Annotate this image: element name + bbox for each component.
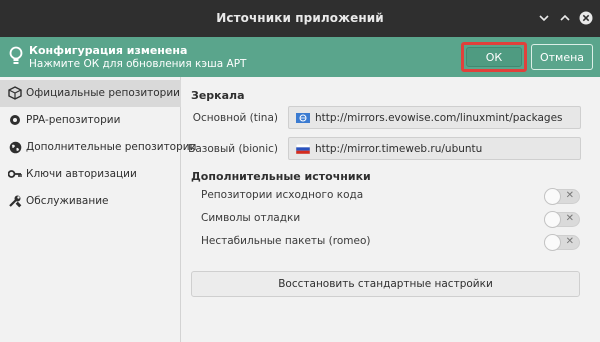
- key-icon: [8, 167, 22, 181]
- base-mirror-selector[interactable]: http://mirror.timeweb.ru/ubuntu: [288, 137, 581, 160]
- toggle-off-icon: ✕: [565, 213, 574, 224]
- main-mirror-selector[interactable]: http://mirrors.evowise.com/linuxmint/pac…: [288, 106, 581, 129]
- window-title: Источники приложений: [216, 11, 384, 25]
- close-button[interactable]: [577, 9, 595, 27]
- main-mirror-url: http://mirrors.evowise.com/linuxmint/pac…: [315, 112, 563, 124]
- title-bar: Источники приложений: [0, 0, 600, 37]
- minimize-button[interactable]: [535, 9, 553, 27]
- cancel-button[interactable]: Отмена: [531, 44, 593, 70]
- main-panel: Зеркала Основной (tina) http://mirrors.e…: [181, 77, 600, 342]
- option-unstable-label: Нестабильные пакеты (romeo): [201, 235, 371, 247]
- lightbulb-icon: [9, 46, 23, 64]
- sidebar-item-label: Обслуживание: [26, 195, 109, 207]
- sidebar-item-label: Ключи авторизации: [26, 168, 137, 180]
- maximize-icon: [560, 14, 570, 21]
- base-mirror-label: Базовый (bionic): [188, 143, 278, 155]
- sidebar-item-label: Официальные репозитории: [26, 87, 180, 99]
- unstable-packages-toggle[interactable]: ✕: [544, 234, 580, 251]
- option-source-code-label: Репозитории исходного кода: [201, 189, 364, 201]
- sidebar-item-label: PPA-репозитории: [26, 114, 121, 126]
- mirrors-heading: Зеркала: [191, 89, 245, 102]
- info-subtitle: Нажмите ОК для обновления кэша APT: [29, 58, 247, 70]
- toggle-off-icon: ✕: [565, 236, 574, 247]
- sources-heading: Дополнительные источники: [191, 170, 371, 183]
- info-title: Конфигурация изменена: [29, 44, 188, 57]
- sidebar-item-additional-repos[interactable]: Дополнительные репозитории: [0, 134, 196, 161]
- restore-defaults-button[interactable]: Восстановить стандартные настройки: [191, 271, 580, 297]
- sidebar-item-auth-keys[interactable]: Ключи авторизации: [0, 161, 181, 188]
- debug-symbols-toggle[interactable]: ✕: [544, 211, 580, 228]
- close-icon: [579, 11, 593, 25]
- option-debug-symbols-label: Символы отладки: [201, 212, 301, 224]
- globe-icon: [8, 140, 22, 154]
- main-mirror-label: Основной (tina): [192, 112, 278, 124]
- minimize-icon: [539, 15, 549, 22]
- package-icon: [8, 86, 22, 100]
- maximize-button[interactable]: [556, 9, 574, 27]
- source-code-toggle[interactable]: ✕: [544, 188, 580, 205]
- app-window: Источники приложений Конфигурация измене…: [0, 0, 600, 342]
- russia-flag-icon: [296, 144, 310, 154]
- tools-icon: [8, 194, 22, 208]
- toggle-knob: [544, 234, 561, 251]
- base-mirror-url: http://mirror.timeweb.ru/ubuntu: [315, 143, 483, 155]
- ppa-icon: [8, 113, 22, 127]
- toggle-knob: [544, 188, 561, 205]
- toggle-knob: [544, 211, 561, 228]
- sidebar-item-official-repos[interactable]: Официальные репозитории: [0, 80, 181, 107]
- toggle-off-icon: ✕: [565, 190, 574, 201]
- sidebar: Официальные репозитории PPA-репозитории …: [0, 77, 196, 342]
- sidebar-item-maintenance[interactable]: Обслуживание: [0, 188, 181, 215]
- ok-button[interactable]: ОК: [466, 47, 522, 67]
- sidebar-item-label: Дополнительные репозитории: [26, 141, 197, 153]
- world-flag-icon: [296, 113, 310, 123]
- sidebar-item-ppa[interactable]: PPA-репозитории: [0, 107, 181, 134]
